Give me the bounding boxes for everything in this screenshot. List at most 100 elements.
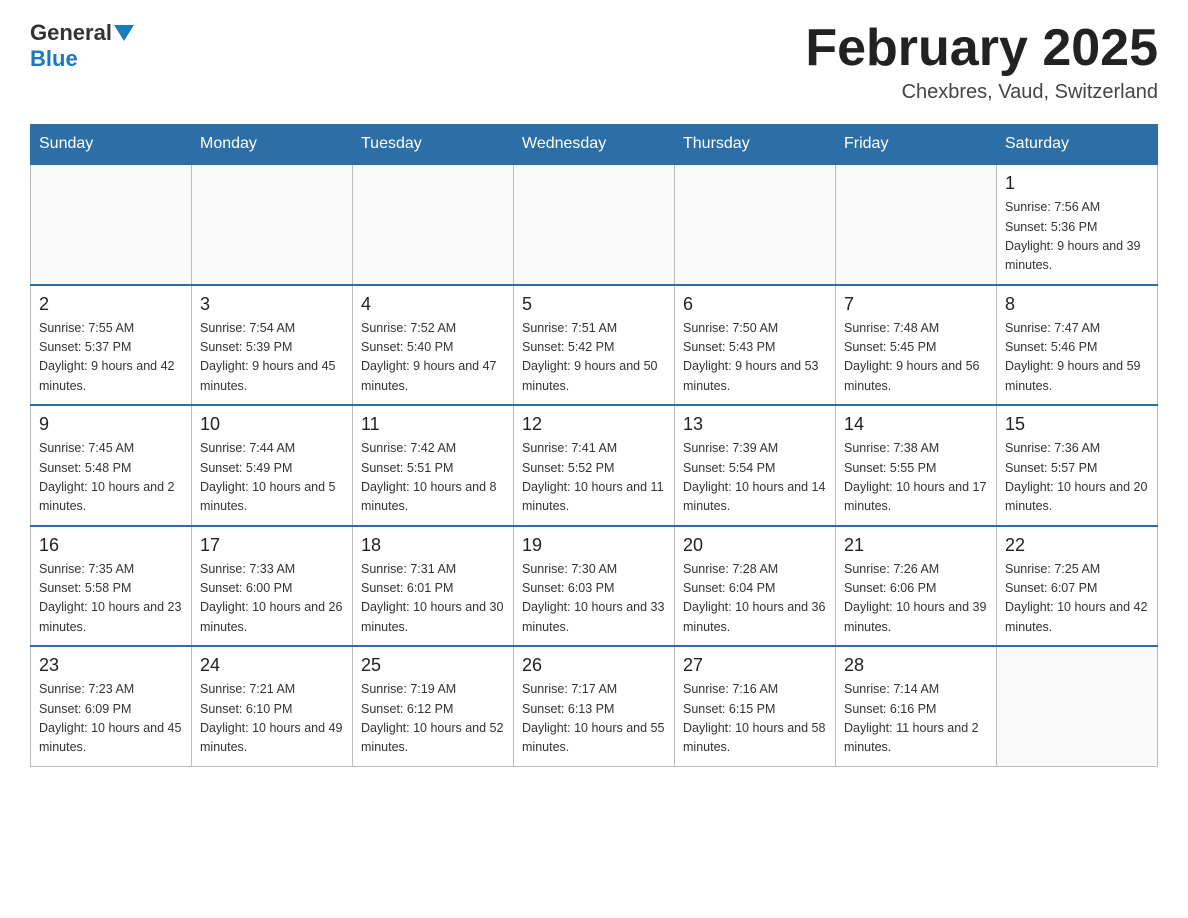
day-info: Sunrise: 7:23 AMSunset: 6:09 PMDaylight:… bbox=[39, 680, 183, 758]
day-number: 14 bbox=[844, 414, 988, 435]
day-number: 21 bbox=[844, 535, 988, 556]
calendar-cell: 4 Sunrise: 7:52 AMSunset: 5:40 PMDaylight… bbox=[353, 285, 514, 406]
title-section: February 2025 Chexbres, Vaud, Switzerlan… bbox=[805, 20, 1158, 104]
calendar-week-5: 23Sunrise: 7:23 AMSunset: 6:09 PMDayligh… bbox=[31, 646, 1158, 766]
calendar-cell bbox=[31, 164, 192, 285]
calendar-table: SundayMondayTuesdayWednesdayThursdayFrid… bbox=[30, 124, 1158, 767]
calendar-cell bbox=[192, 164, 353, 285]
calendar-cell: 3 Sunrise: 7:54 AMSunset: 5:39 PMDaylight… bbox=[192, 285, 353, 406]
calendar-cell: 28 Sunrise: 7:14 AMSunset: 6:16 PMDayligh… bbox=[836, 646, 997, 766]
day-number: 20 bbox=[683, 535, 827, 556]
day-info: Sunrise: 7:55 AMSunset: 5:37 PMDaylight:… bbox=[39, 319, 183, 397]
calendar-cell: 13 Sunrise: 7:39 AMSunset: 5:54 PMDayligh… bbox=[675, 405, 836, 526]
day-info: Sunrise: 7:26 AMSunset: 6:06 PMDaylight:… bbox=[844, 560, 988, 638]
calendar-cell: 24 Sunrise: 7:21 AMSunset: 6:10 PMDayligh… bbox=[192, 646, 353, 766]
day-info: Sunrise: 7:31 AMSunset: 6:01 PMDaylight:… bbox=[361, 560, 505, 638]
day-info: Sunrise: 7:14 AMSunset: 6:16 PMDaylight:… bbox=[844, 680, 988, 758]
calendar-cell: 16 Sunrise: 7:35 AMSunset: 5:58 PMDayligh… bbox=[31, 526, 192, 647]
day-number: 25 bbox=[361, 655, 505, 676]
calendar-week-4: 16 Sunrise: 7:35 AMSunset: 5:58 PMDayligh… bbox=[31, 526, 1158, 647]
calendar-cell: 11 Sunrise: 7:42 AMSunset: 5:51 PMDayligh… bbox=[353, 405, 514, 526]
day-number: 1 bbox=[1005, 173, 1149, 194]
day-info: Sunrise: 7:17 AMSunset: 6:13 PMDaylight:… bbox=[522, 680, 666, 758]
calendar-cell: 22Sunrise: 7:25 AMSunset: 6:07 PMDayligh… bbox=[997, 526, 1158, 647]
day-number: 5 bbox=[522, 294, 666, 315]
day-number: 24 bbox=[200, 655, 344, 676]
calendar-cell: 7 Sunrise: 7:48 AMSunset: 5:45 PMDaylight… bbox=[836, 285, 997, 406]
calendar-week-2: 2Sunrise: 7:55 AMSunset: 5:37 PMDaylight… bbox=[31, 285, 1158, 406]
day-number: 4 bbox=[361, 294, 505, 315]
day-info: Sunrise: 7:28 AMSunset: 6:04 PMDaylight:… bbox=[683, 560, 827, 638]
calendar-cell: 14 Sunrise: 7:38 AMSunset: 5:55 PMDayligh… bbox=[836, 405, 997, 526]
day-info: Sunrise: 7:41 AMSunset: 5:52 PMDaylight:… bbox=[522, 439, 666, 517]
calendar-cell: 12 Sunrise: 7:41 AMSunset: 5:52 PMDayligh… bbox=[514, 405, 675, 526]
day-info: Sunrise: 7:33 AMSunset: 6:00 PMDaylight:… bbox=[200, 560, 344, 638]
day-number: 28 bbox=[844, 655, 988, 676]
day-info: Sunrise: 7:30 AMSunset: 6:03 PMDaylight:… bbox=[522, 560, 666, 638]
day-number: 27 bbox=[683, 655, 827, 676]
day-number: 18 bbox=[361, 535, 505, 556]
day-info: Sunrise: 7:48 AMSunset: 5:45 PMDaylight:… bbox=[844, 319, 988, 397]
day-info: Sunrise: 7:19 AMSunset: 6:12 PMDaylight:… bbox=[361, 680, 505, 758]
calendar-cell: 18 Sunrise: 7:31 AMSunset: 6:01 PMDayligh… bbox=[353, 526, 514, 647]
day-info: Sunrise: 7:45 AMSunset: 5:48 PMDaylight:… bbox=[39, 439, 183, 517]
day-number: 26 bbox=[522, 655, 666, 676]
calendar-header-row: SundayMondayTuesdayWednesdayThursdayFrid… bbox=[31, 125, 1158, 165]
calendar-cell: 15 Sunrise: 7:36 AMSunset: 5:57 PMDayligh… bbox=[997, 405, 1158, 526]
weekday-header-saturday: Saturday bbox=[997, 125, 1158, 165]
day-info: Sunrise: 7:44 AMSunset: 5:49 PMDaylight:… bbox=[200, 439, 344, 517]
logo-general-text: General bbox=[30, 20, 112, 46]
calendar-cell: 19Sunrise: 7:30 AMSunset: 6:03 PMDayligh… bbox=[514, 526, 675, 647]
day-number: 10 bbox=[200, 414, 344, 435]
logo: General Blue bbox=[30, 20, 136, 72]
calendar-cell bbox=[675, 164, 836, 285]
calendar-cell: 5 Sunrise: 7:51 AMSunset: 5:42 PMDaylight… bbox=[514, 285, 675, 406]
day-info: Sunrise: 7:36 AMSunset: 5:57 PMDaylight:… bbox=[1005, 439, 1149, 517]
calendar-cell bbox=[514, 164, 675, 285]
day-info: Sunrise: 7:47 AMSunset: 5:46 PMDaylight:… bbox=[1005, 319, 1149, 397]
day-number: 9 bbox=[39, 414, 183, 435]
day-number: 12 bbox=[522, 414, 666, 435]
day-info: Sunrise: 7:39 AMSunset: 5:54 PMDaylight:… bbox=[683, 439, 827, 517]
day-info: Sunrise: 7:21 AMSunset: 6:10 PMDaylight:… bbox=[200, 680, 344, 758]
day-info: Sunrise: 7:51 AMSunset: 5:42 PMDaylight:… bbox=[522, 319, 666, 397]
day-number: 3 bbox=[200, 294, 344, 315]
calendar-cell: 25 Sunrise: 7:19 AMSunset: 6:12 PMDayligh… bbox=[353, 646, 514, 766]
calendar-cell: 27 Sunrise: 7:16 AMSunset: 6:15 PMDayligh… bbox=[675, 646, 836, 766]
day-info: Sunrise: 7:35 AMSunset: 5:58 PMDaylight:… bbox=[39, 560, 183, 638]
day-info: Sunrise: 7:52 AMSunset: 5:40 PMDaylight:… bbox=[361, 319, 505, 397]
day-number: 8 bbox=[1005, 294, 1149, 315]
day-info: Sunrise: 7:16 AMSunset: 6:15 PMDaylight:… bbox=[683, 680, 827, 758]
day-number: 6 bbox=[683, 294, 827, 315]
day-number: 7 bbox=[844, 294, 988, 315]
calendar-cell: 23Sunrise: 7:23 AMSunset: 6:09 PMDayligh… bbox=[31, 646, 192, 766]
day-number: 17 bbox=[200, 535, 344, 556]
calendar-cell: 1 Sunrise: 7:56 AMSunset: 5:36 PMDaylight… bbox=[997, 164, 1158, 285]
weekday-header-monday: Monday bbox=[192, 125, 353, 165]
calendar-cell: 17 Sunrise: 7:33 AMSunset: 6:00 PMDayligh… bbox=[192, 526, 353, 647]
day-info: Sunrise: 7:54 AMSunset: 5:39 PMDaylight:… bbox=[200, 319, 344, 397]
calendar-cell: 6Sunrise: 7:50 AMSunset: 5:43 PMDaylight… bbox=[675, 285, 836, 406]
day-number: 13 bbox=[683, 414, 827, 435]
page-header: General Blue February 2025 Chexbres, Vau… bbox=[30, 20, 1158, 104]
weekday-header-tuesday: Tuesday bbox=[353, 125, 514, 165]
month-title: February 2025 bbox=[805, 20, 1158, 77]
calendar-week-1: 1 Sunrise: 7:56 AMSunset: 5:36 PMDaylight… bbox=[31, 164, 1158, 285]
calendar-cell: 26 Sunrise: 7:17 AMSunset: 6:13 PMDayligh… bbox=[514, 646, 675, 766]
calendar-cell: 20 Sunrise: 7:28 AMSunset: 6:04 PMDayligh… bbox=[675, 526, 836, 647]
day-info: Sunrise: 7:38 AMSunset: 5:55 PMDaylight:… bbox=[844, 439, 988, 517]
day-info: Sunrise: 7:42 AMSunset: 5:51 PMDaylight:… bbox=[361, 439, 505, 517]
calendar-cell: 21 Sunrise: 7:26 AMSunset: 6:06 PMDayligh… bbox=[836, 526, 997, 647]
day-number: 22 bbox=[1005, 535, 1149, 556]
calendar-week-3: 9 Sunrise: 7:45 AMSunset: 5:48 PMDaylight… bbox=[31, 405, 1158, 526]
day-info: Sunrise: 7:56 AMSunset: 5:36 PMDaylight:… bbox=[1005, 198, 1149, 276]
weekday-header-sunday: Sunday bbox=[31, 125, 192, 165]
day-number: 11 bbox=[361, 414, 505, 435]
weekday-header-wednesday: Wednesday bbox=[514, 125, 675, 165]
location-subtitle: Chexbres, Vaud, Switzerland bbox=[805, 81, 1158, 104]
logo-blue-text: Blue bbox=[30, 46, 78, 71]
calendar-cell: 10 Sunrise: 7:44 AMSunset: 5:49 PMDayligh… bbox=[192, 405, 353, 526]
weekday-header-thursday: Thursday bbox=[675, 125, 836, 165]
day-number: 16 bbox=[39, 535, 183, 556]
day-number: 15 bbox=[1005, 414, 1149, 435]
